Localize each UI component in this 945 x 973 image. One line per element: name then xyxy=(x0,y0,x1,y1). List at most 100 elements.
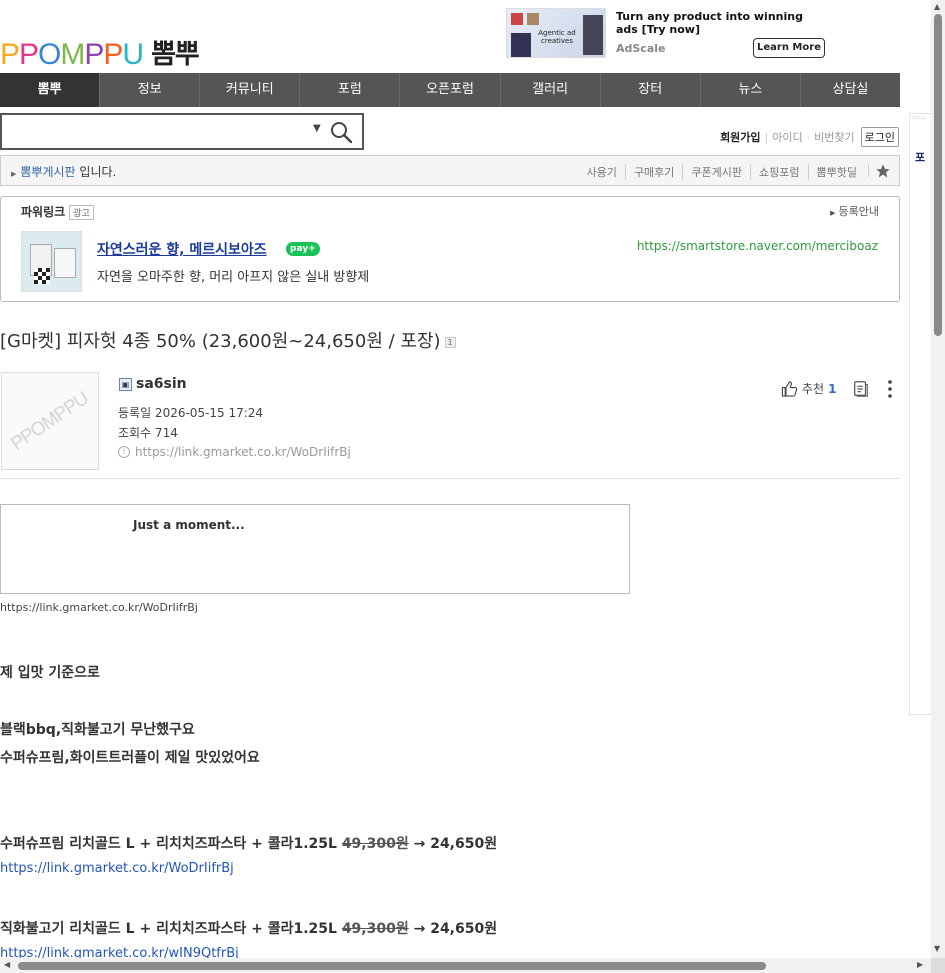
ad-thumbnail-text: Agentic ad creatives xyxy=(538,29,576,45)
login-bar: 회원가입 | 아이디 · 비번찾기 로그인 xyxy=(720,127,899,147)
body-text-line: 블랙bbq,직화불고기 무난했구요 xyxy=(0,722,195,738)
more-options-icon[interactable] xyxy=(884,379,896,399)
power-link-description: 자연을 오마주한 향, 머리 아프지 않은 실내 방향제 xyxy=(97,270,370,285)
side-banner[interactable]: :::::::: 포 xyxy=(909,113,931,715)
board-link[interactable]: 쇼핑포럼 xyxy=(750,164,807,180)
search-box: ▼ xyxy=(0,113,364,150)
horizontal-scrollbar[interactable]: ◀ ▶ xyxy=(0,958,931,973)
copy-document-icon[interactable] xyxy=(852,380,870,398)
logo-letter: O xyxy=(38,38,61,71)
post-divider xyxy=(0,478,900,479)
star-icon[interactable] xyxy=(875,163,891,179)
login-button[interactable]: 로그인 xyxy=(860,127,899,147)
ad-title[interactable]: Turn any product into winning ads [Try n… xyxy=(616,10,826,36)
side-banner-fine-print: :::::::: xyxy=(912,115,926,121)
deal-link-2[interactable]: https://link.gmarket.co.kr/wIN9QtfrBj xyxy=(0,946,239,958)
logo-text-ko: 뽐뿌 xyxy=(151,39,200,70)
recommend-count: 1 xyxy=(828,381,837,396)
avatar-watermark: PPOMPPU xyxy=(7,388,93,455)
power-link-url[interactable]: https://smartstore.naver.com/merciboaz xyxy=(637,239,878,253)
vertical-scroll-thumb[interactable] xyxy=(934,14,942,336)
post-title-text: [G마켓] 피자헛 4종 50% (23,600원~24,650원 / 포장) xyxy=(0,331,441,352)
naver-pay-badge: pay+ xyxy=(286,242,320,256)
board-bar: ▶ 뽐뿌게시판 입니다. 사용기 구매후기 쿠폰게시판 쇼핑포럼 뽐뿌핫딜 xyxy=(0,155,900,186)
link-preview-embed[interactable]: Just a moment... xyxy=(0,504,630,594)
body-text-line: 수퍼슈프림,화이트트러플이 제일 맛있었어요 xyxy=(0,750,260,766)
body-text-line: 제 입맛 기준으로 xyxy=(0,665,100,681)
scroll-left-icon[interactable]: ◀ xyxy=(4,960,10,969)
register-guide-link[interactable]: ▶ 등록안내 xyxy=(830,203,879,219)
site-logo[interactable]: PPOMPPU 뽐뿌 xyxy=(0,34,200,71)
page: PPOMPPU 뽐뿌 Agentic ad creatives Turn any… xyxy=(0,0,905,958)
old-price: 49,300원 xyxy=(341,921,409,937)
post-registered-date: 등록일 2026-05-15 17:24 xyxy=(118,406,264,420)
search-input[interactable] xyxy=(6,119,306,144)
nav-item[interactable]: 장터 xyxy=(601,73,701,107)
nav-item[interactable]: 뉴스 xyxy=(701,73,801,107)
deal-line-2: 직화불고기 리치골드 L + 리치치즈파스타 + 콜라1.25L 49,300원… xyxy=(0,918,497,938)
nav-item[interactable]: 갤러리 xyxy=(501,73,601,107)
logo-text-en: PPOMPPU xyxy=(0,38,144,71)
deal-description: 수퍼슈프림 리치골드 L + 리치치즈파스타 + 콜라1.25L xyxy=(0,836,342,852)
deal-description: 직화불고기 리치골드 L + 리치치즈파스타 + 콜라1.25L xyxy=(0,921,342,937)
power-link-ad: 파워링크 광고 ▶ 등록안내 자연스러운 향, 메르시보아즈 pay+ 자연을 오마… xyxy=(0,196,900,302)
recommend-label: 추천 xyxy=(802,382,825,396)
deal-link-1[interactable]: https://link.gmarket.co.kr/WoDrIifrBj xyxy=(0,861,234,876)
board-link[interactable]: 사용기 xyxy=(579,164,625,180)
nav-item[interactable]: 정보 xyxy=(100,73,201,107)
power-link-heading: 파워링크 광고 xyxy=(21,203,94,220)
nav-item[interactable]: 오픈포럼 xyxy=(400,73,501,107)
register-guide-text: 등록안내 xyxy=(838,205,879,218)
logo-letter: P xyxy=(19,38,39,71)
board-name-link[interactable]: 뽐뿌게시판 xyxy=(20,165,75,179)
vertical-scrollbar[interactable]: ▲ ▼ xyxy=(931,0,945,958)
scroll-up-icon[interactable]: ▲ xyxy=(934,2,940,11)
board-intro-suffix: 입니다. xyxy=(75,165,117,179)
thumbs-up-icon xyxy=(781,380,798,397)
side-banner-label: 포 xyxy=(915,151,926,164)
scroll-down-icon[interactable]: ▼ xyxy=(934,944,940,953)
ad-thumbnail[interactable]: Agentic ad creatives xyxy=(506,8,606,58)
old-price: 49,300원 xyxy=(341,836,409,852)
new-price: 24,650원 xyxy=(430,921,498,937)
ad-tag: 광고 xyxy=(69,205,94,220)
deal-line-1: 수퍼슈프림 리치골드 L + 리치치즈파스타 + 콜라1.25L 49,300원… xyxy=(0,833,497,853)
nav-item[interactable]: 포럼 xyxy=(300,73,401,107)
board-link[interactable]: 쿠폰게시판 xyxy=(682,164,750,180)
author-info: ▣ sa6sin xyxy=(119,376,187,392)
price-arrow: → xyxy=(408,921,431,937)
post-source-url[interactable]: https://link.gmarket.co.kr/WoDrIifrBj xyxy=(135,445,351,459)
board-link[interactable]: 뽐뿌핫딜 xyxy=(807,164,865,180)
horizontal-scroll-thumb[interactable] xyxy=(18,962,766,970)
embed-url[interactable]: https://link.gmarket.co.kr/WoDrIifrBj xyxy=(0,601,198,614)
logo-letter: P xyxy=(84,38,104,71)
recommend-button[interactable]: 추천 1 xyxy=(781,380,836,397)
post-title: [G마켓] 피자헛 4종 50% (23,600원~24,650원 / 포장) 1 xyxy=(0,327,456,353)
embed-loading-message: Just a moment... xyxy=(133,518,245,532)
new-price: 24,650원 xyxy=(430,836,498,852)
board-links: 사용기 구매후기 쿠폰게시판 쇼핑포럼 뽐뿌핫딜 xyxy=(579,164,865,180)
find-password-link[interactable]: 비번찾기 xyxy=(814,129,854,145)
scroll-right-icon[interactable]: ▶ xyxy=(917,960,923,969)
product-image[interactable] xyxy=(21,231,82,292)
nav-item[interactable]: 커뮤니티 xyxy=(200,73,301,107)
comment-count-badge[interactable]: 1 xyxy=(444,336,456,348)
logo-letter: U xyxy=(122,38,144,71)
nav-item[interactable]: 상담실 xyxy=(801,73,900,107)
scrollbar-corner xyxy=(931,958,945,973)
avatar[interactable]: PPOMPPU xyxy=(1,372,99,470)
author-name[interactable]: sa6sin xyxy=(136,376,187,392)
ad-learn-more-button[interactable]: Learn More xyxy=(753,38,825,58)
top-ad-banner[interactable]: Agentic ad creatives Turn any product in… xyxy=(506,8,826,60)
main-nav: 뽐뿌 정보 커뮤니티 포럼 오픈포럼 갤러리 장터 뉴스 상담실 xyxy=(0,73,900,107)
logo-letter: P xyxy=(0,38,20,71)
board-link[interactable]: 구매후기 xyxy=(624,164,682,180)
nav-item[interactable]: 뽐뿌 xyxy=(0,73,101,107)
search-dropdown-icon[interactable]: ▼ xyxy=(313,123,321,134)
power-link-title[interactable]: 자연스러운 향, 메르시보아즈 xyxy=(97,239,267,259)
find-id-link[interactable]: 아이디 xyxy=(772,129,802,145)
join-link[interactable]: 회원가입 xyxy=(720,129,760,145)
info-icon: i xyxy=(118,446,130,458)
ad-source: AdScale xyxy=(616,42,666,55)
search-icon[interactable] xyxy=(329,120,353,144)
